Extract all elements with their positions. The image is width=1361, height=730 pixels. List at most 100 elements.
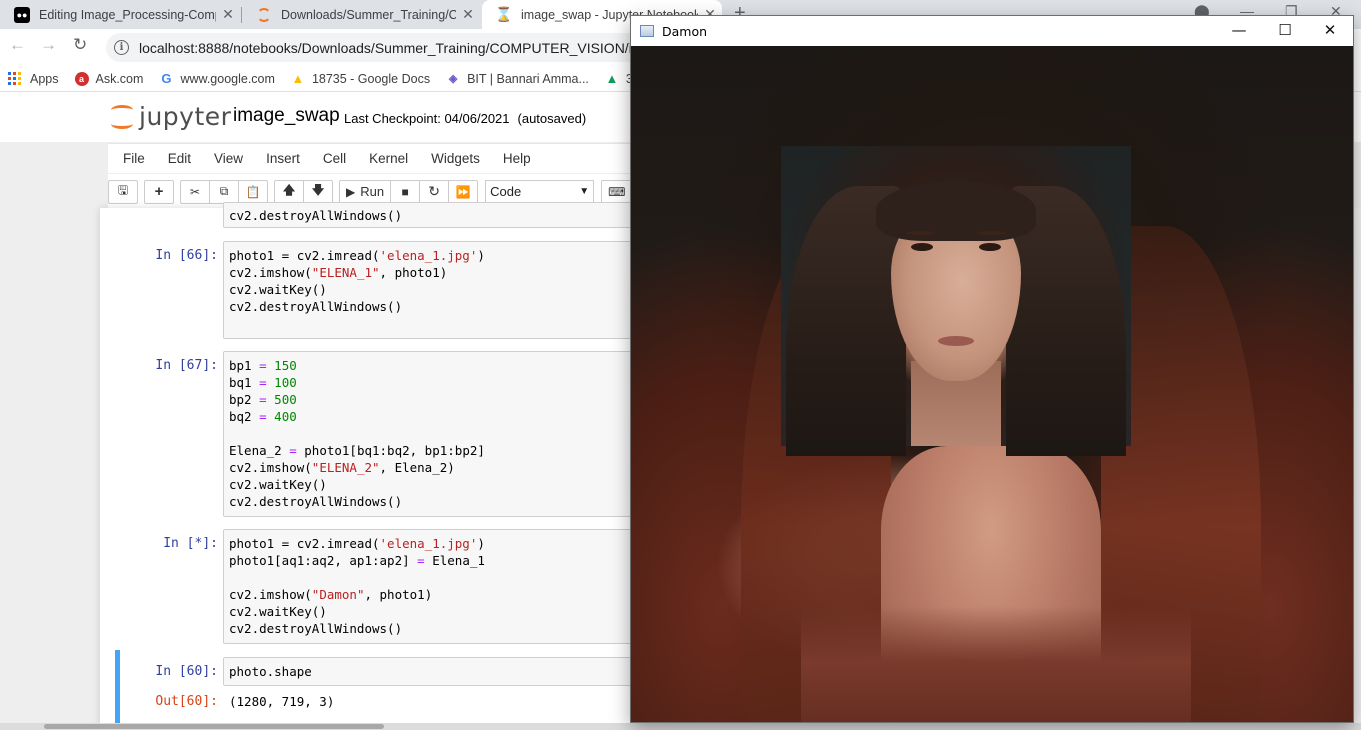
code-cell[interactable]: In [67]: bp1 = 150 bq1 = 100 bp2 = 500 b… <box>118 351 663 517</box>
code-line: cv2.waitKey() <box>229 604 327 619</box>
bookmark-label: www.google.com <box>180 71 275 86</box>
address-bar[interactable]: i localhost:8888/notebooks/Downloads/Sum… <box>106 33 646 62</box>
swapped-face-image <box>631 46 1353 722</box>
checkpoint-text: Last Checkpoint: 04/06/2021 <box>344 111 510 126</box>
cut-icon[interactable]: ✂ <box>180 179 210 204</box>
output-prompt: Out[60]: <box>155 694 218 709</box>
google-drive-icon: ▲ <box>605 71 619 86</box>
cell-input[interactable]: photo1 = cv2.imread('elena_1.jpg') photo… <box>223 529 663 644</box>
insert-cell-icon[interactable]: + <box>144 179 174 204</box>
lips <box>938 336 974 346</box>
menu-kernel[interactable]: Kernel <box>369 151 408 166</box>
eye <box>911 243 933 251</box>
window-title: Damon <box>662 23 708 39</box>
code-cell[interactable]: In [*]: photo1 = cv2.imread('elena_1.jpg… <box>118 529 663 644</box>
code-cell-selected[interactable]: In [60]: photo.shape Out[60]: (1280, 719… <box>118 657 663 723</box>
bookmark-label: Ask.com <box>95 71 144 86</box>
close-icon[interactable]: ✕ <box>1307 21 1353 39</box>
code-line: cv2.destroyAllWindows() <box>229 208 403 223</box>
minimize-icon[interactable]: — <box>1216 21 1262 39</box>
bookmark-apps[interactable]: Apps <box>8 72 59 86</box>
bookmark-label: BIT | Bannari Amma... <box>467 71 589 86</box>
input-prompt: In [60]: <box>155 664 218 679</box>
bookmark-drive[interactable]: ▲ 3 <box>605 71 632 86</box>
bookmark-google-docs[interactable]: ▲ 18735 - Google Docs <box>291 71 431 86</box>
eyebrow <box>906 231 936 235</box>
save-icon[interactable]: 🖫 <box>108 179 138 204</box>
move-up-icon[interactable]: 🡅 <box>274 179 304 204</box>
window-app-icon <box>640 25 654 37</box>
bookmark-label: Apps <box>30 71 59 86</box>
eye <box>979 243 1001 251</box>
close-tab-icon[interactable]: ✕ <box>456 6 480 23</box>
eyebrow <box>976 231 1006 235</box>
cell-type-select[interactable]: Code ▼ <box>485 179 595 204</box>
checkpoint-status: Last Checkpoint: 04/06/2021 (autosaved) <box>344 111 586 126</box>
code-cell[interactable]: cv2.destroyAllWindows() <box>118 202 663 230</box>
apps-grid-icon <box>8 72 21 85</box>
menu-edit[interactable]: Edit <box>168 151 191 166</box>
code-line: cv2.imshow("ELENA_1", photo1) <box>229 265 448 280</box>
tab-title: Editing Image_Processing-Comp <box>39 7 216 22</box>
menu-widgets[interactable]: Widgets <box>431 151 480 166</box>
bookmark-ask[interactable]: a Ask.com <box>74 71 144 86</box>
code-line: photo1 = cv2.imread('elena_1.jpg') <box>229 248 485 263</box>
code-line: cv2.waitKey() <box>229 477 327 492</box>
stop-icon[interactable]: ■ <box>390 179 421 204</box>
move-down-icon[interactable]: 🡇 <box>303 179 333 204</box>
browser-tab-editing[interactable]: ●● Editing Image_Processing-Comp ✕ <box>0 0 240 29</box>
code-line: photo.shape <box>229 664 312 679</box>
input-prompt: In [*]: <box>163 536 218 551</box>
forward-icon[interactable]: → <box>40 35 57 55</box>
code-line: photo1[aq1:aq2, ap1:ap2] = Elena_1 <box>229 553 485 568</box>
menu-help[interactable]: Help <box>503 151 531 166</box>
bookmark-label: 18735 - Google Docs <box>311 71 431 86</box>
info-icon[interactable]: i <box>114 40 129 55</box>
ask-icon: a <box>74 71 89 86</box>
input-prompt: In [66]: <box>155 248 218 263</box>
window-titlebar[interactable]: Damon — ☐ ✕ <box>631 16 1353 46</box>
cell-input[interactable]: cv2.destroyAllWindows() <box>223 202 663 228</box>
keyboard-icon[interactable]: ⌨ <box>601 179 633 204</box>
maximize-icon[interactable]: ☐ <box>1262 21 1308 39</box>
browser-tab-downloads[interactable]: Downloads/Summer_Training/CO ✕ <box>242 0 480 29</box>
hourglass-icon: ⌛ <box>495 6 513 22</box>
jupyter-logo[interactable]: jupyter <box>111 102 231 131</box>
code-cell[interactable]: In [66]: photo1 = cv2.imread('elena_1.jp… <box>118 241 663 339</box>
bookmark-bit[interactable]: ◈ BIT | Bannari Amma... <box>446 72 589 86</box>
code-line: bp1 = 150 <box>229 358 297 373</box>
face-fringe <box>876 181 1036 241</box>
google-icon: G <box>161 71 172 86</box>
copy-icon[interactable]: ⧉ <box>209 179 239 204</box>
menu-file[interactable]: File <box>123 151 145 166</box>
code-line: bq2 = 400 <box>229 409 297 424</box>
tab-title: Downloads/Summer_Training/CO <box>281 7 456 22</box>
cell-input[interactable]: photo1 = cv2.imread('elena_1.jpg') cv2.i… <box>223 241 663 339</box>
notebook-name[interactable]: image_swap <box>233 105 340 127</box>
jupyter-icon <box>256 7 272 23</box>
code-line: bp2 = 500 <box>229 392 297 407</box>
menu-cell[interactable]: Cell <box>323 151 346 166</box>
paste-icon[interactable]: 📋 <box>238 179 268 204</box>
restart-icon[interactable]: ↻ <box>419 179 450 204</box>
opencv-image-window[interactable]: Damon — ☐ ✕ <box>630 15 1354 723</box>
close-tab-icon[interactable]: ✕ <box>216 6 240 23</box>
horizontal-scrollbar[interactable] <box>0 723 1361 730</box>
cell-input[interactable]: bp1 = 150 bq1 = 100 bp2 = 500 bq2 = 400 … <box>223 351 663 517</box>
back-icon[interactable]: ← <box>9 35 26 55</box>
menu-view[interactable]: View <box>214 151 243 166</box>
run-button[interactable]: ▶ Run <box>339 179 392 204</box>
autosave-text: (autosaved) <box>517 111 587 126</box>
cell-input[interactable]: photo.shape <box>223 657 663 686</box>
jupyter-logo-icon <box>111 103 133 131</box>
scrollbar-thumb[interactable] <box>44 724 384 729</box>
fast-forward-icon[interactable]: ⏩ <box>448 179 479 204</box>
code-line: Elena_2 = photo1[bq1:bq2, bp1:bp2] <box>229 443 485 458</box>
reload-icon[interactable]: ↻ <box>73 35 87 55</box>
clothing-region <box>801 606 1191 722</box>
bookmark-google[interactable]: G www.google.com <box>159 71 275 86</box>
menu-insert[interactable]: Insert <box>266 151 300 166</box>
play-icon: ▶ <box>346 184 356 199</box>
bit-icon: ◈ <box>448 73 458 85</box>
cell-output: (1280, 719, 3) <box>229 694 335 709</box>
